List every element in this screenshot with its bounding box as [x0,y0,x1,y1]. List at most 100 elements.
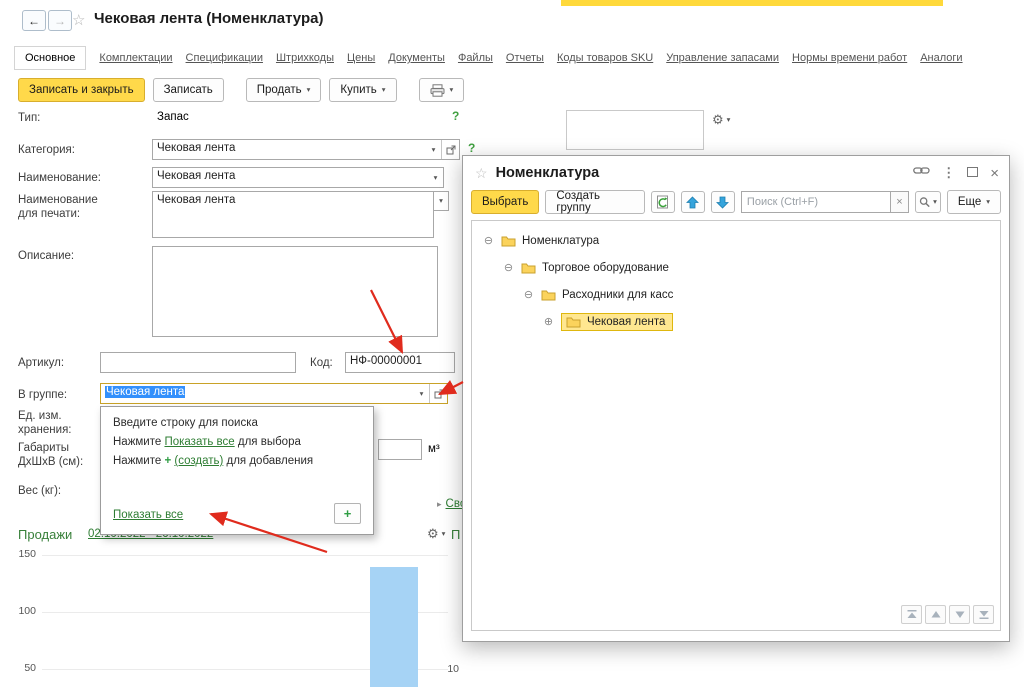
form-tabs: Основное Комплектации Спецификации Штрих… [14,46,1024,70]
select-label: Выбрать [482,196,529,208]
tab-osnovnoe[interactable]: Основное [14,46,87,70]
more-menu-button[interactable]: ⋮ [942,165,955,181]
close-icon: × [896,196,903,208]
show-all-link[interactable]: Показать все [113,509,183,521]
help-icon[interactable]: ? [468,141,475,155]
volume-field[interactable] [378,439,422,460]
list-navigation-buttons [901,605,994,624]
more-button[interactable]: Еще ▾ [946,190,1001,214]
tree-item-nomenklatura[interactable]: ⊖ Номенклатура [472,227,1000,254]
command-bar: Записать и закрыть Записать Продать ▾ Куп… [18,78,465,102]
move-down-button[interactable] [710,191,735,213]
tab-shtrihkody[interactable]: Штрихкоды [276,52,334,64]
save-button[interactable]: Записать [152,78,224,102]
clear-search-button[interactable]: × [890,191,909,213]
tab-upravlenie-zapasami[interactable]: Управление запасами [666,52,779,64]
image-settings-button[interactable]: ⚙ ▾ [712,112,730,128]
chevron-down-icon[interactable]: ▾ [414,384,429,403]
printer-icon [430,83,445,97]
chevron-down-icon[interactable]: ▾ [428,168,443,187]
create-inline-link[interactable]: (создать) [174,455,223,467]
tree-item-label: Торговое оборудование [542,261,669,274]
favorite-star-icon[interactable]: ☆ [72,11,85,29]
favorite-star-icon[interactable]: ☆ [475,165,488,182]
open-button[interactable] [441,140,459,159]
close-button[interactable]: × [990,166,999,181]
category-field[interactable]: Чековая лента ▾ [152,139,460,160]
group-quick-choice-popup: Введите строку для поиска Нажмите Показа… [100,406,374,535]
go-last-button[interactable] [973,605,994,624]
tree-item-chekovaya-lenta[interactable]: ⊕ Чековая лента [472,308,1000,335]
tab-specifikacii[interactable]: Спецификации [186,52,263,64]
collapse-icon[interactable]: ⊖ [502,261,515,274]
show-all-inline-link[interactable]: Показать все [164,436,234,448]
go-first-button[interactable] [901,605,922,624]
go-next-button[interactable] [949,605,970,624]
tab-ceny[interactable]: Цены [347,52,375,64]
open-icon [434,389,443,398]
help-icon[interactable]: ? [452,109,459,123]
open-button[interactable] [429,384,447,403]
tree-item-torgovoe-oborudovanie[interactable]: ⊖ Торговое оборудование [472,254,1000,281]
create-new-button[interactable]: + [334,503,361,524]
name-value: Чековая лента [157,170,236,182]
purchases-ytick-10: 10 [447,663,459,675]
name-field[interactable]: Чековая лента ▾ [152,167,444,188]
tab-komplektacii[interactable]: Комплектации [99,52,172,64]
expand-icon[interactable]: ⊕ [542,315,555,328]
move-up-button[interactable] [680,191,705,213]
folder-icon [541,290,556,300]
print-button[interactable]: ▾ [418,78,465,102]
tab-fayly[interactable]: Файлы [458,52,493,64]
chevron-down-icon[interactable]: ▾ [426,140,441,159]
collapse-icon[interactable]: ⊖ [482,234,495,247]
tab-analogi[interactable]: Аналоги [920,52,962,64]
print-name-field[interactable]: Чековая лента [152,191,434,238]
collapse-icon[interactable]: ⊖ [522,288,535,301]
category-value: Чековая лента [157,142,236,154]
image-placeholder [566,110,704,150]
back-button[interactable]: ← [22,10,46,31]
group-field[interactable]: Чековая лента ▾ [100,383,448,404]
tab-otchety[interactable]: Отчеты [506,52,544,64]
save-and-close-label: Записать и закрыть [29,84,134,96]
modal-title: Номенклатура [495,165,600,181]
nomenclature-select-window: ☆ Номенклатура ⋮ × Выбрать Создать групп… [462,155,1010,642]
link-icon [913,167,930,174]
get-link-button[interactable] [913,164,930,182]
chevron-down-icon: ▾ [441,529,446,539]
sell-button[interactable]: Продать ▾ [245,78,322,102]
restore-window-button[interactable] [967,164,979,182]
refresh-button[interactable] [650,191,675,213]
triangle-down-icon [955,611,964,618]
search-input[interactable] [740,191,891,213]
go-prev-button[interactable] [925,605,946,624]
print-name-dropdown-button[interactable]: ▾ [433,191,449,211]
tree-item-rashodniki-dlya-kass[interactable]: ⊖ Расходники для касс [472,281,1000,308]
save-and-close-button[interactable]: Записать и закрыть [18,78,145,102]
buy-button[interactable]: Купить ▾ [329,78,397,102]
folder-icon [566,317,581,327]
plus-icon: + [343,506,352,521]
search-icon [919,197,930,208]
go-first-icon [907,610,916,618]
select-button[interactable]: Выбрать [471,190,540,214]
description-field[interactable] [152,246,438,337]
tab-dokumenty[interactable]: Документы [388,52,445,64]
article-field[interactable] [100,352,296,373]
sell-label: Продать [256,84,302,96]
type-value[interactable]: Запас [157,111,189,123]
chevron-down-icon: ▾ [933,197,937,207]
tab-kody-sku[interactable]: Коды товаров SKU [557,52,653,64]
sales-settings-button[interactable]: ⚙ ▾ [427,526,445,542]
nomenclature-tree: ⊖ Номенклатура ⊖ Торговое оборудование ⊖… [471,220,1001,631]
article-label: Артикул: [18,357,65,369]
sales-bar [370,567,418,687]
code-field[interactable]: НФ-00000001 [345,352,455,373]
create-group-button[interactable]: Создать группу [545,190,645,214]
tab-normy-vremeni[interactable]: Нормы времени работ [792,52,907,64]
buy-label: Купить [340,84,377,96]
group-label: В группе: [18,389,68,401]
forward-button[interactable]: → [48,10,72,31]
search-options-button[interactable]: ▾ [914,191,941,213]
